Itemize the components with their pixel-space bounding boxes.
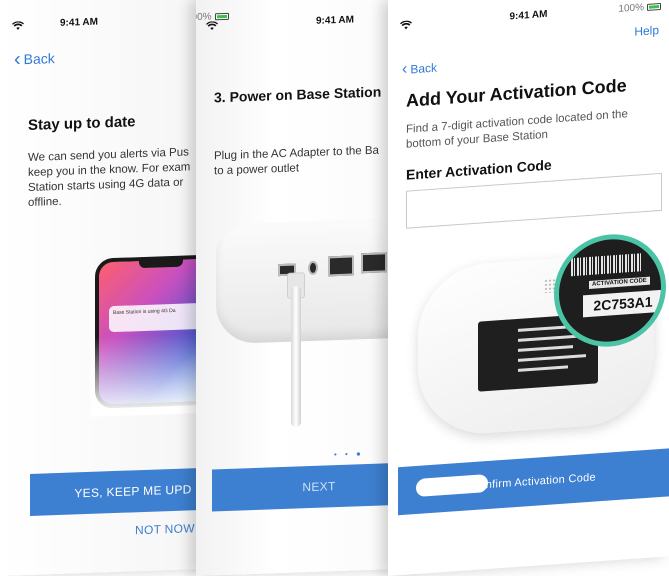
chevron-left-icon: ‹ [402,60,408,79]
screen-activation-code: 9:41 AM 100% ‹ Back Help Add Your Activa… [388,0,669,576]
battery-icon [214,12,229,21]
ethernet-port-2 [361,252,387,274]
back-button[interactable]: ‹ Back [14,48,55,71]
body-line-4: offline. [28,195,62,210]
power-cable [291,286,301,427]
label-line [518,345,573,352]
battery-indicator: 100% [196,11,229,23]
wifi-icon [206,21,218,33]
zoom-label: ACTIVATION CODE [589,276,650,289]
activation-code-label: Enter Activation Code [406,156,552,183]
wifi-icon [12,21,24,33]
battery-percent: 100% [196,11,212,24]
phone-notch [139,258,183,269]
status-bar: 9:41 AM 100% [388,0,669,36]
body-line-2: to a power outlet [214,162,300,178]
label-line [518,365,568,372]
battery-icon [647,2,661,11]
help-link[interactable]: Help [634,23,659,39]
back-label: Back [23,50,55,68]
battery-indicator: 100% [618,1,661,15]
page-indicator: • • ● [334,449,364,460]
activation-code-value: 2C753A1 [583,289,663,318]
back-button[interactable]: ‹ Back [402,60,438,79]
ethernet-port-1 [328,255,354,277]
activation-code-input[interactable] [406,172,662,229]
power-port [308,260,318,276]
chevron-left-icon: ‹ [14,48,21,71]
page-title: 3. Power on Base Station [214,83,382,106]
barcode [571,253,641,277]
not-now-button[interactable]: NOT NOW [135,521,195,537]
page-title: Add Your Activation Code [406,75,627,111]
label-line [518,354,586,362]
back-label: Back [410,60,438,77]
battery-percent: 100% [618,2,644,15]
page-title: Stay up to date [28,113,136,135]
